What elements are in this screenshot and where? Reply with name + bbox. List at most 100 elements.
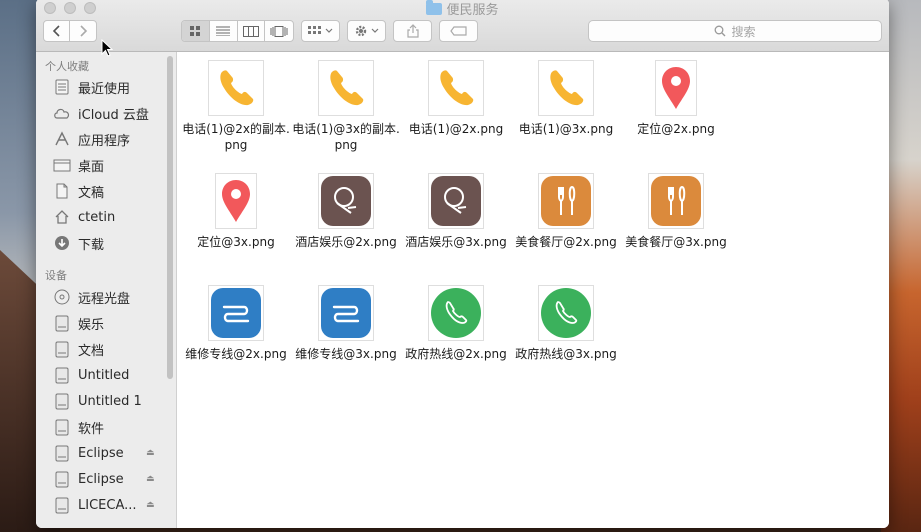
tag-icon [449,26,467,36]
tags-button[interactable] [439,20,478,42]
devices-header: 设备 [45,269,67,282]
cover-flow-icon [270,25,288,37]
sidebar-item-disk-documents[interactable]: 文档 [53,338,104,360]
sidebar-item-label: Eclipse [78,471,124,487]
sidebar-item-label: Eclipse [78,445,124,461]
phone-icon [428,60,484,116]
file-item[interactable]: 政府热线@3x.png [511,285,621,362]
optical-disc-icon [53,288,71,306]
government-hotline-icon [428,285,484,341]
sidebar-item-label: ctetin [78,209,116,225]
sidebar-item-downloads[interactable]: 下载 [53,232,104,254]
file-name: 定位@3x.png [197,235,275,249]
sidebar-item-licecap[interactable]: LICECA... [53,494,137,516]
file-item[interactable]: 维修专线@3x.png [291,285,401,362]
group-grid-icon [308,25,321,34]
icon-view-button[interactable] [182,21,210,41]
group-by-button[interactable] [301,20,340,42]
sidebar-item-eclipse-2[interactable]: Eclipse [53,468,124,490]
phone-icon [208,60,264,116]
eject-icon[interactable]: ⏏ [146,448,155,458]
file-item[interactable]: 酒店娱乐@2x.png [291,173,401,250]
removable-disk-icon [53,496,71,514]
file-item[interactable]: 美食餐厅@3x.png [621,173,731,250]
back-button[interactable] [44,21,71,41]
disk-icon [53,418,71,436]
file-name: 美食餐厅@2x.png [515,235,617,249]
file-item[interactable]: 维修专线@2x.png [181,285,291,362]
gallery-view-button[interactable] [265,21,293,41]
view-mode-control [181,20,294,42]
sidebar: 个人收藏 最近使用 iCloud 云盘 应用程序 桌面 文稿 ctetin 下载 [36,52,177,528]
eject-icon[interactable]: ⏏ [146,500,155,510]
file-item[interactable]: 电话(1)@3x的副本.png [291,60,401,153]
file-grid: 电话(1)@2x的副本.png 电话(1)@3x的副本.png 电话(1)@2x… [178,52,889,528]
file-name: 维修专线@3x.png [295,347,397,361]
search-icon [715,25,726,37]
sidebar-item-label: 最近使用 [78,81,131,97]
sidebar-item-label: Untitled [78,367,130,383]
sidebar-item-label: 远程光盘 [78,291,131,307]
file-item[interactable]: 美食餐厅@2x.png [511,173,621,250]
share-button[interactable] [393,20,432,42]
action-menu-button[interactable] [347,20,386,42]
sidebar-item-applications[interactable]: 应用程序 [53,128,130,150]
sidebar-item-home[interactable]: ctetin [53,206,115,228]
phone-icon [538,60,594,116]
sidebar-item-documents[interactable]: 文稿 [53,180,104,202]
chevron-down-icon [371,28,379,33]
file-name: 美食餐厅@3x.png [625,235,727,249]
sidebar-item-disk-entertainment[interactable]: 娱乐 [53,312,104,334]
sidebar-scrollbar[interactable] [167,56,173,379]
column-view-button[interactable] [238,21,266,41]
file-item[interactable]: 政府热线@2x.png [401,285,511,362]
sidebar-item-label: LICECA... [78,497,137,513]
arrow-cursor-icon [101,38,114,57]
sidebar-item-label: 应用程序 [78,133,131,149]
favorites-header: 个人收藏 [45,60,89,73]
sidebar-item-untitled-1[interactable]: Untitled 1 [53,390,142,412]
file-item[interactable]: 酒店娱乐@3x.png [401,173,511,250]
documents-icon [53,182,71,200]
sidebar-item-label: 文稿 [78,185,105,201]
sidebar-item-label: Untitled 1 [78,393,142,409]
file-item[interactable]: 电话(1)@3x.png [511,60,621,137]
sidebar-item-label: 下载 [78,237,105,253]
sidebar-item-label: 娱乐 [78,317,105,333]
toolbar: 便民服务 搜索 [36,0,889,52]
file-name: 酒店娱乐@3x.png [405,235,507,249]
government-hotline-icon [538,285,594,341]
file-name: 维修专线@2x.png [185,347,287,361]
file-item[interactable]: 电话(1)@2x.png [401,60,511,137]
sidebar-item-eclipse[interactable]: Eclipse [53,442,124,464]
file-name: 酒店娱乐@2x.png [295,235,397,249]
downloads-icon [53,234,71,252]
forward-button[interactable] [70,21,96,41]
disk-icon [53,366,71,384]
file-item[interactable]: 电话(1)@2x的副本.png [181,60,291,153]
gear-icon [355,25,367,37]
columns-icon [242,25,259,37]
sidebar-item-untitled[interactable]: Untitled [53,364,129,386]
eject-icon[interactable]: ⏏ [146,474,155,484]
sidebar-item-icloud[interactable]: iCloud 云盘 [53,102,149,124]
chevron-right-icon [80,25,88,37]
file-item[interactable]: 定位@2x.png [621,60,731,137]
disk-icon [53,314,71,332]
sidebar-item-remote-disc[interactable]: 远程光盘 [53,286,130,308]
home-icon [53,208,71,226]
list-view-button[interactable] [210,21,238,41]
sidebar-item-recents[interactable]: 最近使用 [53,76,130,98]
file-name: 定位@2x.png [637,122,715,136]
sidebar-item-software[interactable]: 软件 [53,416,104,438]
file-name: 电话(1)@3x.png [518,122,614,136]
disk-icon [53,392,71,410]
search-field[interactable]: 搜索 [588,20,882,42]
file-name: 政府热线@3x.png [515,347,617,361]
sidebar-item-desktop[interactable]: 桌面 [53,154,104,176]
file-item[interactable]: 定位@3x.png [181,173,291,250]
chevron-left-icon [52,25,60,37]
chevron-down-icon [325,28,333,33]
location-pin-icon [655,60,697,116]
cloud-icon [53,104,71,122]
